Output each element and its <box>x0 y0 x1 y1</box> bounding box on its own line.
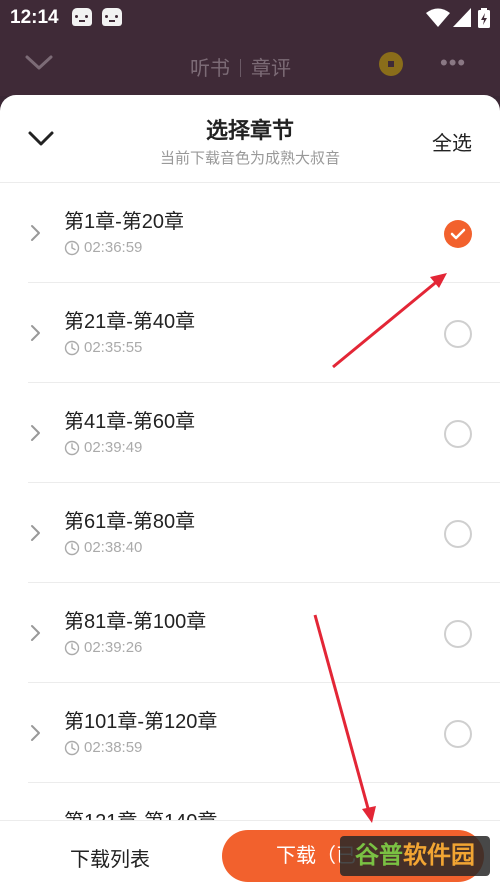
chapter-duration: 02:38:40 <box>64 539 142 556</box>
chapter-title: 第1章-第20章 <box>64 211 185 233</box>
chevron-right-icon[interactable] <box>30 223 42 243</box>
tab-listen[interactable]: 听书 <box>190 58 230 80</box>
coin-icon[interactable] <box>379 52 403 76</box>
watermark-logo: 谷普软件园 <box>340 836 490 876</box>
chapter-row[interactable]: 第61章-第80章 02:38:40 <box>28 483 500 583</box>
notification-app-icon <box>72 8 92 26</box>
chapter-checkbox[interactable] <box>444 720 472 748</box>
check-icon <box>450 228 466 240</box>
chevron-right-icon[interactable] <box>30 523 42 543</box>
watermark-part-b: 软件园 <box>403 842 475 869</box>
chevron-right-icon[interactable] <box>30 323 42 343</box>
duration-text: 02:39:26 <box>84 639 143 656</box>
status-bar: 12:14 <box>0 0 500 36</box>
sheet-header: 选择章节 当前下载音色为成熟大叔音 全选 <box>0 95 500 183</box>
clock-icon <box>64 640 80 655</box>
battery-icon <box>478 8 490 28</box>
chapter-duration: 02:35:55 <box>64 339 142 356</box>
chapter-duration: 02:39:49 <box>64 439 142 456</box>
wifi-icon <box>426 8 450 27</box>
chapter-title: 第61章-第80章 <box>64 511 196 533</box>
tab-divider <box>240 59 241 77</box>
chevron-right-icon[interactable] <box>30 423 42 443</box>
chapter-duration: 02:38:59 <box>64 739 142 756</box>
more-icon[interactable]: ••• <box>440 50 466 76</box>
status-time: 12:14 <box>10 7 59 28</box>
chapter-title: 第101章-第120章 <box>64 711 218 733</box>
sheet-subtitle: 当前下载音色为成熟大叔音 <box>159 150 340 167</box>
clock-icon <box>64 340 80 355</box>
clock-icon <box>64 740 80 755</box>
chapter-row[interactable]: 第21章-第40章 02:35:55 <box>28 283 500 383</box>
chapter-row[interactable]: 第41章-第60章 02:39:49 <box>28 383 500 483</box>
tab-review[interactable]: 章评 <box>251 58 291 80</box>
chapter-title: 第41章-第60章 <box>64 411 196 433</box>
duration-text: 02:38:40 <box>84 539 143 556</box>
chapter-select-sheet: 选择章节 当前下载音色为成熟大叔音 全选 第1章-第20章 02:36:59 第21… <box>0 95 500 890</box>
chapter-checkbox[interactable] <box>444 320 472 348</box>
clock-icon <box>64 240 80 255</box>
duration-text: 02:39:49 <box>84 439 143 456</box>
download-list-button[interactable]: 下载列表 <box>70 843 150 872</box>
chapter-list: 第1章-第20章 02:36:59 第21章-第40章 02:35:55 第41章-第6… <box>0 183 500 883</box>
watermark-part-a: 谷普 <box>355 842 403 869</box>
chapter-row[interactable]: 第101章-第120章 02:38:59 <box>28 683 500 783</box>
chapter-duration: 02:39:26 <box>64 639 142 656</box>
chapter-title: 第81章-第100章 <box>64 611 207 633</box>
select-all-button[interactable]: 全选 <box>432 127 472 156</box>
sheet-title: 选择章节 <box>205 118 294 143</box>
chapter-checkbox[interactable] <box>444 520 472 548</box>
clock-icon <box>64 540 80 555</box>
chapter-checkbox[interactable] <box>444 620 472 648</box>
notification-app-icon <box>102 8 122 26</box>
signal-icon <box>453 8 471 27</box>
duration-text: 02:38:59 <box>84 739 143 756</box>
chapter-checkbox[interactable] <box>444 220 472 248</box>
duration-text: 02:36:59 <box>84 239 143 256</box>
chevron-down-icon[interactable] <box>24 50 54 74</box>
player-header: 听书 章评 ••• <box>0 36 500 96</box>
chapter-duration: 02:36:59 <box>64 239 142 256</box>
chapter-checkbox[interactable] <box>444 420 472 448</box>
chapter-title: 第21章-第40章 <box>64 311 196 333</box>
player-tabs: 听书 章评 <box>190 52 291 81</box>
duration-text: 02:35:55 <box>84 339 143 356</box>
chevron-right-icon[interactable] <box>30 723 42 743</box>
chapter-row[interactable]: 第81章-第100章 02:39:26 <box>28 583 500 683</box>
chapter-row[interactable]: 第1章-第20章 02:36:59 <box>28 183 500 283</box>
clock-icon <box>64 440 80 455</box>
chevron-right-icon[interactable] <box>30 623 42 643</box>
